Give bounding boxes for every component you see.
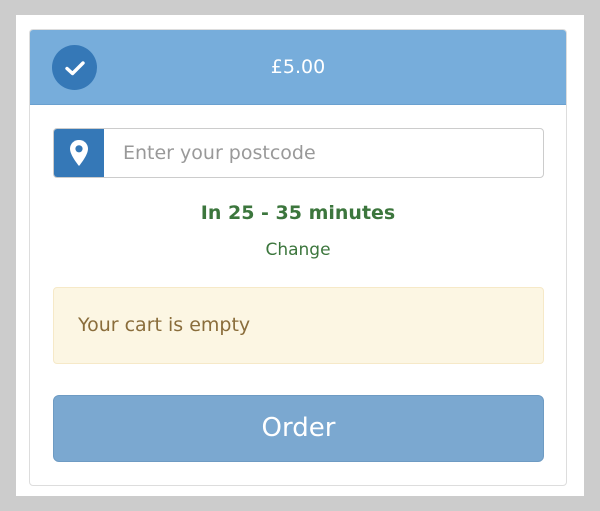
cart-total-price: £5.00 — [270, 56, 326, 78]
change-delivery-link[interactable]: Change — [30, 240, 566, 260]
cart-header: £5.00 — [30, 30, 566, 105]
order-button[interactable]: Order — [53, 395, 544, 462]
postcode-input[interactable] — [104, 129, 543, 177]
delivery-eta: In 25 - 35 minutes — [200, 202, 396, 224]
cart-panel: £5.00 In 25 - 35 minutes Change Your car… — [29, 29, 567, 486]
map-marker-icon — [54, 129, 104, 177]
postcode-field — [53, 128, 544, 178]
empty-cart-alert: Your cart is empty — [53, 287, 544, 364]
